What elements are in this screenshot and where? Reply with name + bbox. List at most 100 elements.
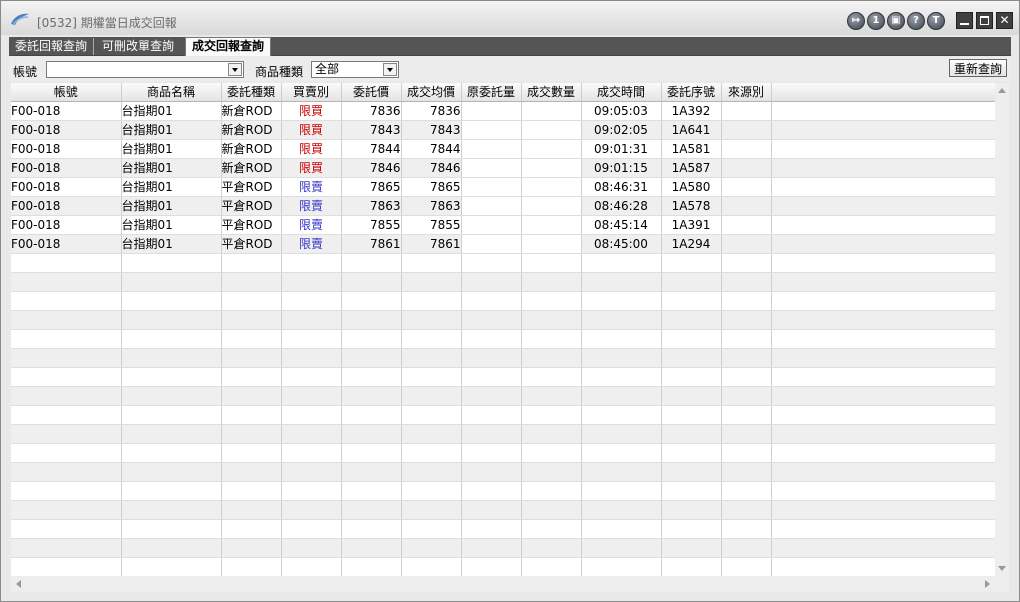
resize-grip-icon[interactable] xyxy=(995,576,1009,592)
cell-filled-qty xyxy=(521,101,582,121)
cell-side: 限賣 xyxy=(281,234,342,254)
column-header[interactable]: 成交均價 xyxy=(401,83,462,102)
empty-row[interactable] xyxy=(11,424,995,444)
topmost-icon[interactable]: T xyxy=(927,12,945,30)
empty-cell xyxy=(221,348,282,368)
horizontal-scrollbar[interactable] xyxy=(11,576,995,592)
column-header[interactable]: 委託價 xyxy=(341,83,402,102)
tab-fill-report[interactable]: 成交回報查詢 xyxy=(185,37,272,56)
cell-seq: 1A641 xyxy=(661,120,722,140)
table-row[interactable]: F00-018 台指期01 新倉ROD 限買 7836 7836 09:05:03 1A392 xyxy=(11,101,995,121)
empty-row[interactable] xyxy=(11,405,995,425)
empty-cell xyxy=(401,500,462,520)
empty-cell xyxy=(341,405,402,425)
empty-cell xyxy=(771,500,995,520)
column-header[interactable]: 原委託量 xyxy=(461,83,522,102)
chevron-down-icon[interactable] xyxy=(383,63,397,76)
maximize-button[interactable] xyxy=(976,12,993,29)
empty-cell xyxy=(221,386,282,406)
scroll-left-icon[interactable] xyxy=(16,580,21,588)
empty-cell xyxy=(221,291,282,311)
cell-account: F00-018 xyxy=(11,215,122,235)
minimize-button[interactable] xyxy=(956,12,973,29)
empty-row[interactable] xyxy=(11,367,995,387)
table-row[interactable]: F00-018 台指期01 新倉ROD 限買 7844 7844 09:01:31 1A581 xyxy=(11,139,995,159)
empty-cell xyxy=(581,519,662,539)
empty-cell xyxy=(341,462,402,482)
table-row[interactable]: F00-018 台指期01 新倉ROD 限買 7846 7846 09:01:15 1A587 xyxy=(11,158,995,178)
column-header[interactable]: 委託序號 xyxy=(661,83,722,102)
empty-cell xyxy=(661,348,722,368)
cell-order-type: 平倉ROD xyxy=(221,234,282,254)
empty-cell xyxy=(11,291,122,311)
tab-cancelable-orders[interactable]: 可刪改單查詢 xyxy=(96,38,180,55)
column-header[interactable]: 委託種類 xyxy=(221,83,282,102)
table-row[interactable]: F00-018 台指期01 新倉ROD 限買 7843 7843 09:02:05 1A641 xyxy=(11,120,995,140)
chevron-down-icon[interactable] xyxy=(228,63,242,76)
requery-button[interactable]: 重新查詢 xyxy=(949,59,1007,77)
empty-cell xyxy=(581,481,662,501)
empty-cell xyxy=(11,367,122,387)
empty-row[interactable] xyxy=(11,386,995,406)
cell-orig-qty xyxy=(461,101,522,121)
empty-cell xyxy=(461,253,522,273)
empty-cell xyxy=(401,538,462,558)
vertical-scrollbar[interactable] xyxy=(995,83,1009,576)
tab-order-report[interactable]: 委託回報查詢 xyxy=(9,38,95,55)
column-header[interactable]: 成交數量 xyxy=(521,83,582,102)
export-icon[interactable]: ▣ xyxy=(887,12,905,30)
empty-cell xyxy=(401,253,462,273)
fill-report-table: 帳號 商品名稱 委託種類 買賣別 委託價 成交均價 原委託量 成交數量 成交時間… xyxy=(11,83,995,576)
column-header[interactable]: 買賣別 xyxy=(281,83,342,102)
cell-product: 台指期01 xyxy=(121,120,222,140)
tab-bar: 委託回報查詢 可刪改單查詢 成交回報查詢 xyxy=(9,37,1011,56)
empty-row[interactable] xyxy=(11,310,995,330)
empty-cell xyxy=(721,367,772,387)
cell-source xyxy=(721,101,772,121)
table-row[interactable]: F00-018 台指期01 平倉ROD 限賣 7863 7863 08:46:28 1A578 xyxy=(11,196,995,216)
empty-cell xyxy=(771,538,995,558)
cell-price: 7836 xyxy=(341,101,402,121)
empty-cell xyxy=(771,424,995,444)
close-button[interactable]: ✕ xyxy=(996,12,1013,29)
empty-cell xyxy=(721,443,772,463)
empty-row[interactable] xyxy=(11,291,995,311)
column-header[interactable]: 成交時間 xyxy=(581,83,662,102)
empty-row[interactable] xyxy=(11,329,995,349)
empty-cell xyxy=(121,310,222,330)
account-select[interactable] xyxy=(46,61,244,78)
empty-cell xyxy=(461,519,522,539)
column-header[interactable]: 帳號 xyxy=(11,83,122,102)
column-header[interactable]: 來源別 xyxy=(721,83,772,102)
empty-row[interactable] xyxy=(11,557,995,576)
empty-cell xyxy=(401,386,462,406)
product-type-select[interactable]: 全部 xyxy=(311,61,399,78)
empty-cell xyxy=(341,272,402,292)
empty-row[interactable] xyxy=(11,272,995,292)
empty-row[interactable] xyxy=(11,443,995,463)
empty-row[interactable] xyxy=(11,500,995,520)
one-icon[interactable]: 1 xyxy=(867,12,885,30)
exit-icon[interactable]: ↦ xyxy=(847,12,865,30)
scroll-up-icon[interactable] xyxy=(998,88,1006,93)
cell-order-type: 平倉ROD xyxy=(221,177,282,197)
table-row[interactable]: F00-018 台指期01 平倉ROD 限賣 7861 7861 08:45:00 1A294 xyxy=(11,234,995,254)
empty-row[interactable] xyxy=(11,462,995,482)
scroll-right-icon[interactable] xyxy=(985,580,990,588)
empty-row[interactable] xyxy=(11,538,995,558)
empty-cell xyxy=(221,367,282,387)
empty-row[interactable] xyxy=(11,348,995,368)
empty-cell xyxy=(521,310,582,330)
column-header[interactable]: 商品名稱 xyxy=(121,83,222,102)
empty-row[interactable] xyxy=(11,519,995,539)
scroll-down-icon[interactable] xyxy=(998,566,1006,571)
empty-cell xyxy=(581,557,662,576)
empty-cell xyxy=(521,386,582,406)
table-row[interactable]: F00-018 台指期01 平倉ROD 限賣 7855 7855 08:45:14 1A391 xyxy=(11,215,995,235)
help-icon[interactable]: ? xyxy=(907,12,925,30)
empty-row[interactable] xyxy=(11,253,995,273)
empty-cell xyxy=(341,348,402,368)
empty-row[interactable] xyxy=(11,481,995,501)
table-row[interactable]: F00-018 台指期01 平倉ROD 限賣 7865 7865 08:46:31 1A580 xyxy=(11,177,995,197)
empty-cell xyxy=(11,481,122,501)
